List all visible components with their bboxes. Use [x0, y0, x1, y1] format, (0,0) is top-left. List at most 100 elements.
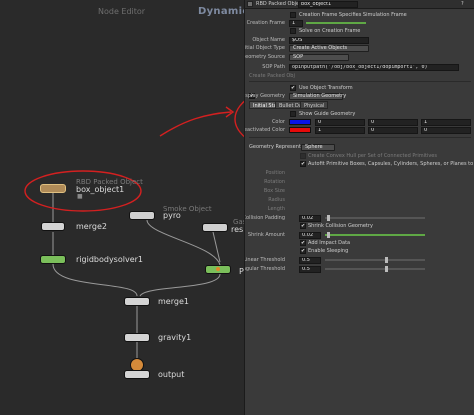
- color-label: Color: [271, 119, 285, 125]
- object-name-label: Object Name: [252, 37, 285, 43]
- row-object-name: Object Name $OS: [245, 36, 474, 44]
- row-display-geometry: ✔ Display Geometry Simulation Geometry: [245, 92, 474, 100]
- deactivated-r-field[interactable]: 1: [315, 126, 365, 134]
- node-body[interactable]: [124, 333, 150, 342]
- initial-object-type-dropdown[interactable]: Create Active Objects: [289, 44, 369, 52]
- tab-physical[interactable]: Physical: [300, 101, 329, 109]
- use-object-transform-checkbox[interactable]: ✔: [290, 85, 296, 91]
- row-position: Position: [245, 169, 474, 177]
- geometry-source-dropdown[interactable]: SOP: [289, 53, 349, 61]
- add-impact-checkbox[interactable]: ✔: [300, 240, 306, 246]
- show-guide-checkbox[interactable]: [290, 111, 296, 117]
- sop-path-label: SOP Path: [262, 64, 285, 70]
- add-impact-label: Add Impact Data: [308, 240, 351, 246]
- use-object-transform-label: Use Object Transform: [299, 85, 353, 91]
- row-convex-note: Create Convex Hull per Set of Connected …: [245, 152, 474, 160]
- object-name-field[interactable]: $OS: [289, 36, 369, 44]
- geometry-representation-label: Geometry Representa: [249, 144, 304, 150]
- node-type-label: RBD Packed Object: [256, 1, 304, 7]
- deactivated-color-swatch[interactable]: [289, 127, 311, 133]
- color-r-field[interactable]: 0: [315, 118, 365, 126]
- linear-threshold-slider[interactable]: [325, 257, 425, 263]
- row-collision-padding: Collision Padding 0.02: [245, 214, 474, 222]
- row-autofit: ✔ Autofit Primitive Boxes, Capsules, Cyl…: [245, 160, 474, 168]
- panel-header: RBD Packed Object box_object1 ?: [245, 0, 474, 9]
- color-g-field[interactable]: 0: [368, 118, 418, 126]
- convex-checkbox[interactable]: [300, 153, 306, 159]
- creation-frame-slider[interactable]: [306, 22, 366, 24]
- shrink-amount-slider[interactable]: [325, 232, 425, 238]
- autofit-checkbox[interactable]: ✔: [300, 161, 306, 167]
- color-b-field[interactable]: 1: [421, 118, 471, 126]
- row-creation-frame: Creation Frame 1: [245, 19, 474, 27]
- solve-on-creation-checkbox[interactable]: [290, 28, 296, 34]
- node-name-label: merge1: [158, 297, 189, 306]
- node-name-field[interactable]: box_object1: [298, 1, 358, 8]
- creation-frame-checkbox[interactable]: [290, 12, 296, 18]
- linear-threshold-field[interactable]: 0.5: [299, 256, 321, 264]
- enable-sleeping-label: Enable Sleeping: [308, 248, 349, 254]
- angular-threshold-slider[interactable]: [325, 266, 425, 272]
- initial-object-type-label: Initial Object Type: [244, 45, 285, 51]
- radius-label: Radius: [268, 197, 285, 203]
- convex-note-label: Create Convex Hull per Set of Connected …: [308, 153, 437, 159]
- node-name-label: merge2: [76, 222, 107, 231]
- geometry-representation-dropdown[interactable]: Sphere: [301, 143, 335, 151]
- row-rotation: Rotation: [245, 178, 474, 186]
- deactivated-b-field[interactable]: 0: [421, 126, 471, 134]
- enable-sleeping-checkbox[interactable]: ✔: [300, 248, 306, 254]
- angular-threshold-field[interactable]: 0.5: [299, 265, 321, 273]
- display-geometry-label: Display Geometry: [244, 93, 285, 99]
- row-enable-sleeping: ✔ Enable Sleeping: [245, 247, 474, 255]
- solver-orange-dot: [216, 267, 220, 271]
- node-name-label: rigidbodysolver1: [76, 255, 143, 264]
- node-name-label: pyro: [163, 211, 181, 220]
- row-creation-frame-toggle: Creation Frame Specifies Simulation Fram…: [245, 11, 474, 19]
- row-deactivated-color: Deactivated Color 1 0 0: [245, 126, 474, 134]
- sop-path-field[interactable]: opinputpath('/obj/box_object1/dopimport1…: [289, 63, 459, 71]
- color-swatch[interactable]: [289, 119, 311, 125]
- box-size-label: Box Size: [263, 188, 285, 194]
- node-body[interactable]: [124, 370, 150, 379]
- creation-frame-toggle-label: Creation Frame Specifies Simulation Fram…: [299, 12, 407, 18]
- row-shrink-amount: Shrink Amount 0.02: [245, 231, 474, 239]
- node-body[interactable]: [40, 255, 66, 264]
- rotation-label: Rotation: [264, 179, 285, 185]
- collision-padding-slider[interactable]: [325, 215, 425, 221]
- row-show-guide: Show Guide Geometry: [245, 110, 474, 118]
- wire-pyrosolver-to-merge1: [139, 273, 221, 297]
- row-length: Length: [245, 205, 474, 213]
- row-shrink-geometry: ✔ Shrink Collision Geometry: [245, 222, 474, 230]
- shrink-geometry-checkbox[interactable]: ✔: [300, 223, 306, 229]
- help-icon[interactable]: ?: [461, 0, 464, 8]
- row-angular-threshold: Angular Threshold 0.5: [245, 265, 474, 273]
- geometry-source-label: Geometry Source: [244, 54, 285, 60]
- solve-on-creation-label: Solve on Creation Frame: [299, 28, 361, 34]
- node-name-label: gravity1: [158, 333, 192, 342]
- collision-padding-field[interactable]: 0.02: [299, 214, 321, 222]
- show-guide-label: Show Guide Geometry: [299, 111, 356, 117]
- divider: [249, 81, 471, 82]
- row-radius: Radius: [245, 196, 474, 204]
- node-body[interactable]: [129, 211, 155, 220]
- node-body[interactable]: [124, 297, 150, 306]
- shrink-geometry-label: Shrink Collision Geometry: [308, 223, 373, 229]
- highlight-arrow: [159, 111, 232, 137]
- node-flag-icon: ■: [77, 193, 83, 200]
- shrink-amount-field[interactable]: 0.02: [299, 231, 321, 239]
- row-geometry-source: Geometry Source SOP: [245, 53, 474, 61]
- node-body[interactable]: [41, 222, 65, 231]
- node-body[interactable]: [202, 223, 228, 232]
- row-use-object-transform: ✔ Use Object Transform: [245, 84, 474, 92]
- collision-padding-label: Collision Padding: [244, 215, 285, 221]
- row-solve-on-creation: Solve on Creation Frame: [245, 27, 474, 35]
- deactivated-g-field[interactable]: 0: [368, 126, 418, 134]
- creation-frame-field[interactable]: 1: [289, 19, 303, 27]
- row-add-impact: ✔ Add Impact Data: [245, 239, 474, 247]
- position-label: Position: [265, 170, 285, 176]
- divider: [249, 137, 471, 138]
- row-linear-threshold: Linear Threshold 0.5: [245, 256, 474, 264]
- display-geometry-dropdown[interactable]: Simulation Geometry: [289, 92, 346, 100]
- node-body[interactable]: [40, 184, 66, 193]
- row-color: Color 0 0 1: [245, 118, 474, 126]
